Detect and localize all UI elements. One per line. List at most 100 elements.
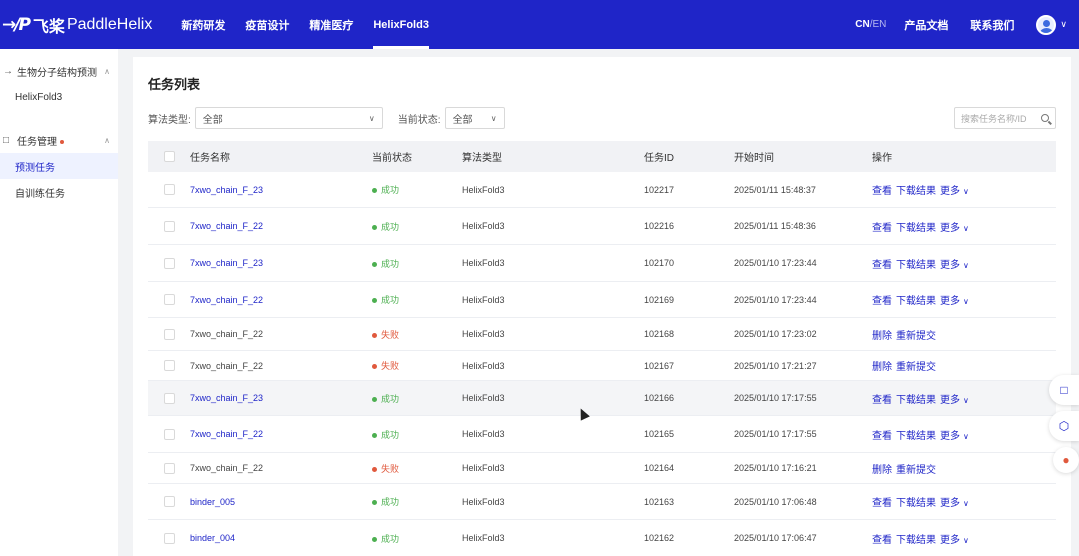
task-name[interactable]: 7xwo_chain_F_22 [190, 221, 372, 231]
col-header-time[interactable]: 开始时间 [734, 149, 872, 164]
view-link[interactable]: 查看 [872, 296, 892, 307]
table-row[interactable]: 7xwo_chain_F_22 成功 HelixFold3 102165 2025/01… [148, 416, 1056, 453]
row-checkbox[interactable] [163, 257, 175, 269]
more-dropdown[interactable]: 更多 [940, 260, 960, 271]
table-row[interactable]: 7xwo_chain_F_22 失败 HelixFold3 102168 2025/01… [148, 318, 1056, 351]
table-row[interactable]: 7xwo_chain_F_22 成功 HelixFold3 102216 2025/01… [148, 208, 1056, 245]
sidebar-group-task-management[interactable]: □ 任务管理 ∧ [0, 127, 118, 153]
row-checkbox[interactable] [163, 294, 175, 305]
download-results-link[interactable]: 下载结果 [896, 223, 936, 234]
row-checkbox[interactable] [163, 462, 175, 474]
row-checkbox[interactable] [163, 532, 175, 544]
table-row[interactable]: 7xwo_chain_F_22 失败 HelixFold3 102164 2025/01… [148, 453, 1056, 484]
resubmit-link[interactable]: 重新提交 [896, 362, 936, 373]
more-dropdown[interactable]: 更多 [940, 223, 960, 234]
status-badge: 成功 [372, 257, 462, 270]
algo-type-select[interactable]: 全部 ∨ [194, 107, 383, 129]
table-row[interactable]: 7xwo_chain_F_23 成功 HelixFold3 102217 2025/01… [148, 172, 1056, 208]
sidebar-item-prediction-tasks[interactable]: 预测任务 [0, 153, 118, 179]
chevron-down-icon[interactable]: ∨ [963, 536, 969, 545]
row-checkbox[interactable] [163, 360, 175, 371]
task-name[interactable]: 7xwo_chain_F_23 [190, 185, 372, 195]
download-results-link[interactable]: 下载结果 [896, 260, 936, 271]
row-checkbox[interactable] [163, 428, 175, 440]
resubmit-link[interactable]: 重新提交 [896, 465, 936, 476]
language-switch[interactable]: CN/EN [855, 19, 886, 30]
status-select[interactable]: 全部 ∨ [444, 107, 505, 129]
chevron-down-icon[interactable]: ∨ [963, 224, 969, 233]
row-checkbox[interactable] [163, 496, 175, 507]
view-link[interactable]: 查看 [872, 498, 892, 509]
col-header-algo[interactable]: 算法类型 [462, 149, 644, 164]
task-name[interactable]: binder_004 [190, 533, 372, 543]
task-name[interactable]: 7xwo_chain_F_23 [190, 393, 372, 403]
sidebar-item-training-tasks[interactable]: 自训练任务 [0, 179, 118, 205]
download-results-link[interactable]: 下载结果 [896, 395, 936, 406]
nav-item-precision-medicine[interactable]: 精准医疗 [299, 0, 363, 49]
chevron-down-icon[interactable]: ∨ [963, 499, 969, 508]
assistant-icon[interactable]: ⬡ [1049, 411, 1079, 441]
sidebar-item-helixfold3[interactable]: HelixFold3 [0, 84, 118, 110]
task-name[interactable]: 7xwo_chain_F_23 [190, 258, 372, 268]
view-link[interactable]: 查看 [872, 260, 892, 271]
view-link[interactable]: 查看 [872, 223, 892, 234]
download-results-link[interactable]: 下载结果 [896, 296, 936, 307]
chevron-down-icon[interactable]: ∨ [963, 187, 969, 196]
search-icon[interactable] [1041, 114, 1049, 122]
more-dropdown[interactable]: 更多 [940, 498, 960, 509]
docs-link[interactable]: 产品文档 [904, 17, 948, 33]
sidebar-group-structure-prediction[interactable]: → 生物分子结构预测 ∧ [0, 58, 118, 84]
table-row[interactable]: binder_004 成功 HelixFold3 102162 2025/01/10 1… [148, 520, 1056, 556]
delete-link[interactable]: 删除 [872, 362, 892, 373]
delete-link[interactable]: 删除 [872, 465, 892, 476]
search-input[interactable]: 搜索任务名称/ID [954, 107, 1056, 129]
row-checkbox[interactable] [163, 328, 175, 340]
delete-link[interactable]: 删除 [872, 331, 892, 342]
mascot-icon[interactable]: ● [1053, 447, 1079, 473]
feedback-icon[interactable]: □ [1049, 375, 1079, 405]
user-avatar[interactable] [1036, 14, 1057, 35]
table-row[interactable]: binder_005 成功 HelixFold3 102163 2025/01/10 1… [148, 484, 1056, 520]
more-dropdown[interactable]: 更多 [940, 535, 960, 546]
chevron-down-icon[interactable]: ∨ [963, 261, 969, 270]
task-name[interactable]: 7xwo_chain_F_22 [190, 429, 372, 439]
contact-link[interactable]: 联系我们 [970, 17, 1014, 33]
col-header-status[interactable]: 当前状态 [372, 149, 462, 164]
table-row[interactable]: 7xwo_chain_F_22 成功 HelixFold3 102169 2025/01… [148, 282, 1056, 318]
view-link[interactable]: 查看 [872, 186, 892, 197]
view-link[interactable]: 查看 [872, 395, 892, 406]
more-dropdown[interactable]: 更多 [940, 296, 960, 307]
table-row[interactable]: 7xwo_chain_F_23 成功 HelixFold3 102166 2025/01… [148, 381, 1056, 416]
resubmit-link[interactable]: 重新提交 [896, 331, 936, 342]
chevron-down-icon[interactable]: ∨ [963, 297, 969, 306]
algo-type: HelixFold3 [462, 360, 505, 371]
download-results-link[interactable]: 下载结果 [896, 186, 936, 197]
task-name[interactable]: 7xwo_chain_F_22 [190, 295, 372, 305]
table-row[interactable]: 7xwo_chain_F_23 成功 HelixFold3 102170 2025/01… [148, 245, 1056, 282]
chevron-down-icon[interactable]: ∨ [963, 432, 969, 441]
download-results-link[interactable]: 下载结果 [896, 431, 936, 442]
download-results-link[interactable]: 下载结果 [896, 535, 936, 546]
task-name[interactable]: binder_005 [190, 497, 372, 507]
download-results-link[interactable]: 下载结果 [896, 498, 936, 509]
more-dropdown[interactable]: 更多 [940, 395, 960, 406]
col-header-id[interactable]: 任务ID [644, 149, 734, 164]
nav-item-vaccine-design[interactable]: 疫苗设计 [235, 0, 299, 49]
col-header-name[interactable]: 任务名称 [190, 149, 372, 164]
sidebar: → 生物分子结构预测 ∧ HelixFold3 □ 任务管理 ∧ 预测任务 自训… [0, 49, 118, 556]
row-checkbox[interactable] [163, 220, 175, 232]
task-id: 102169 [644, 294, 675, 305]
table-row[interactable]: 7xwo_chain_F_22 失败 HelixFold3 102167 2025/01… [148, 351, 1056, 381]
more-dropdown[interactable]: 更多 [940, 431, 960, 442]
row-checkbox[interactable] [163, 392, 175, 404]
more-dropdown[interactable]: 更多 [940, 186, 960, 197]
row-checkbox[interactable] [163, 184, 175, 195]
nav-item-drug-discovery[interactable]: 新药研发 [171, 0, 235, 49]
nav-item-helixfold3[interactable]: HelixFold3 [363, 0, 439, 49]
chevron-down-icon[interactable]: ∨ [963, 396, 969, 405]
view-link[interactable]: 查看 [872, 535, 892, 546]
view-link[interactable]: 查看 [872, 431, 892, 442]
select-all-checkbox[interactable] [163, 151, 175, 162]
logo[interactable]: →/P 飞桨 PaddleHelix [0, 0, 152, 49]
chevron-down-icon[interactable]: ∨ [1060, 19, 1067, 30]
